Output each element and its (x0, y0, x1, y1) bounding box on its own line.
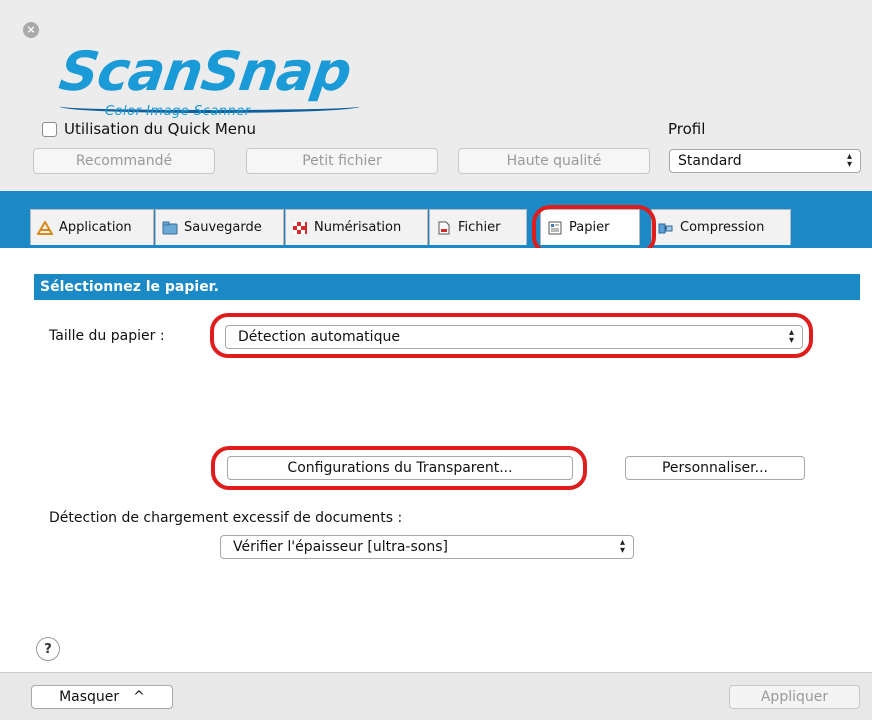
tab-numerisation-label: Numérisation (314, 220, 402, 235)
tab-numerisation[interactable]: Numérisation (285, 209, 428, 245)
multifeed-label: Détection de chargement excessif de docu… (49, 510, 403, 526)
tab-fichier-label: Fichier (458, 220, 501, 235)
profile-select[interactable]: Standard ▴ ▾ (669, 149, 861, 173)
highlight-carrier-button (211, 446, 587, 490)
tab-application[interactable]: Application (30, 209, 154, 245)
customize-button[interactable]: Personnaliser... (625, 456, 805, 480)
scansnap-logo: ScanSnap Color Image Scanner (0, 40, 872, 120)
compression-icon (658, 223, 673, 233)
select-arrows-icon: ▴ ▾ (619, 537, 625, 556)
file-icon (438, 221, 450, 234)
help-button[interactable]: ? (36, 637, 60, 661)
tab-fichier[interactable]: Fichier (429, 209, 527, 245)
paper-size-label: Taille du papier : (49, 328, 165, 344)
close-button[interactable]: × (23, 22, 39, 38)
highlight-paper-size (210, 313, 813, 358)
scansnap-settings-window: × ScanSnap Color Image Scanner Utilisati… (0, 0, 872, 720)
section-header: Sélectionnez le papier. (34, 274, 860, 300)
high-quality-button[interactable]: Haute qualité (458, 148, 650, 174)
tab-compression[interactable]: Compression (651, 209, 791, 245)
tab-sauvegarde-label: Sauvegarde (184, 220, 262, 235)
apply-button[interactable]: Appliquer (729, 685, 860, 709)
hide-button[interactable]: Masquer ^ (31, 685, 173, 709)
small-file-button[interactable]: Petit fichier (246, 148, 438, 174)
application-icon (37, 220, 53, 235)
tab-sauvegarde[interactable]: Sauvegarde (155, 209, 284, 245)
logo-subtitle: Color Image Scanner (105, 104, 251, 119)
select-arrows-icon: ▴ ▾ (846, 151, 852, 170)
multifeed-select[interactable]: Vérifier l'épaisseur [ultra-sons] ▴ ▾ (220, 535, 634, 559)
logo-brand: ScanSnap (55, 40, 355, 103)
recommended-button[interactable]: Recommandé (33, 148, 215, 174)
tab-compression-label: Compression (680, 220, 765, 235)
profile-select-value: Standard (678, 153, 742, 169)
quick-menu-label: Utilisation du Quick Menu (64, 120, 257, 138)
folder-icon (162, 221, 178, 234)
hide-button-label: Masquer (59, 689, 120, 705)
quick-menu-option[interactable]: Utilisation du Quick Menu (42, 120, 256, 138)
chevron-up-icon: ^ (133, 689, 145, 705)
profile-label: Profil (668, 120, 706, 138)
multifeed-value: Vérifier l'épaisseur [ultra-sons] (233, 539, 448, 555)
quick-menu-checkbox[interactable] (42, 121, 57, 137)
scan-mode-icon (293, 221, 307, 234)
tab-application-label: Application (59, 220, 132, 235)
